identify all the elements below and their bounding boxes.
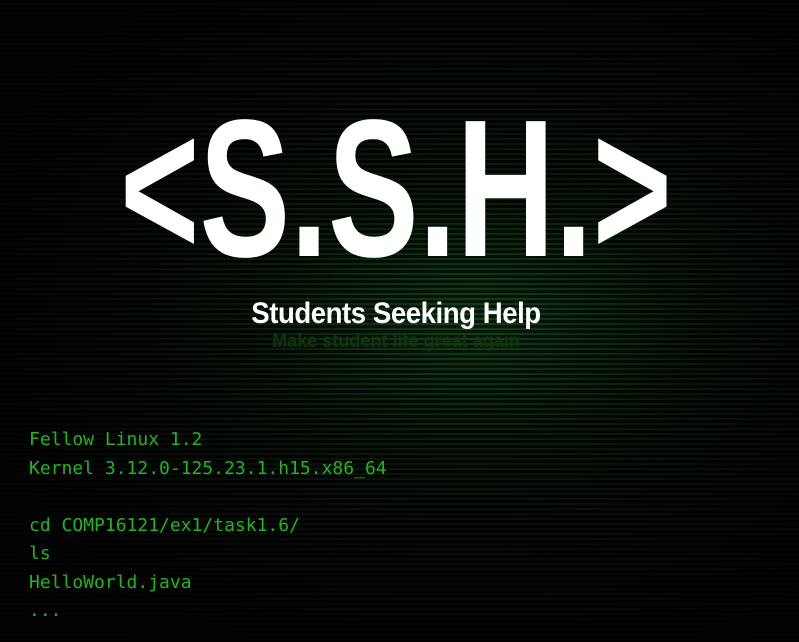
terminal-output: Fellow Linux 1.2 Kernel 3.12.0-125.23.1.… [29, 426, 749, 626]
ssh-logo: <S.S.H.> [120, 88, 672, 268]
terminal-kernel-line: Kernel 3.12.0-125.23.1.h15.x86_64 [29, 457, 387, 479]
splash-screen: <S.S.H.> Students Seeking Help Make stud… [0, 0, 799, 642]
logo-text: <S.S.H.> [120, 88, 672, 268]
terminal-os-line: Fellow Linux 1.2 [29, 429, 203, 450]
terminal-command-cd: cd COMP16121/ex1/task1.6/ [29, 514, 300, 536]
site-motto: Make student life great again [272, 331, 520, 352]
terminal-ellipsis: ... [29, 600, 62, 621]
tagline-block: Students Seeking Help Make student life … [0, 297, 799, 353]
terminal-command-ls: ls [29, 543, 51, 564]
site-subtitle: Students Seeking Help [251, 297, 541, 330]
terminal-output-file: HelloWorld.java [29, 571, 192, 593]
